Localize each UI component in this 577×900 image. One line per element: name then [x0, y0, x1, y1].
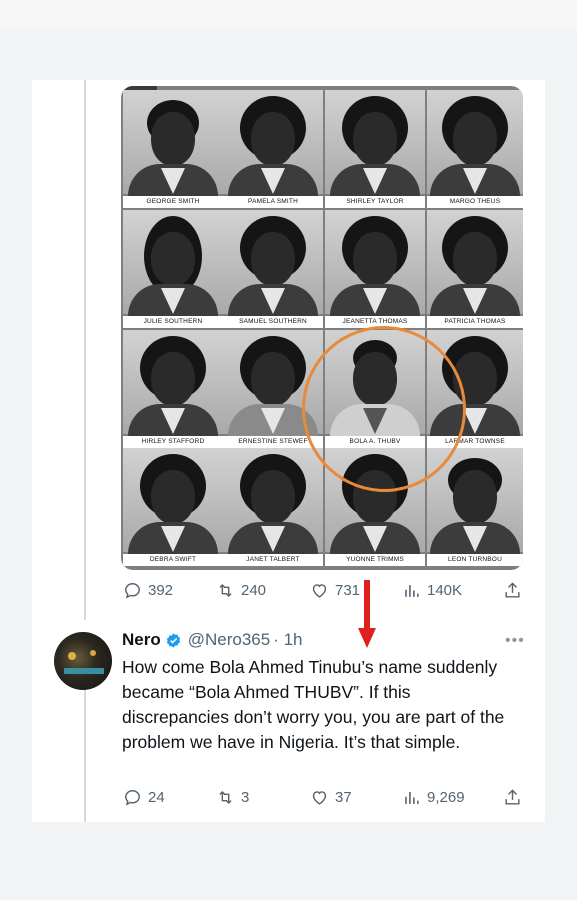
like-button[interactable]: 37 [310, 788, 352, 807]
views-icon [405, 791, 419, 804]
views-button[interactable]: 140K [402, 581, 462, 600]
portrait: SHIRLEY TAYLOR [325, 90, 425, 208]
top-bar [0, 0, 577, 30]
like-count: 731 [335, 582, 361, 599]
portrait: DEBRA SWIFT [123, 448, 223, 566]
reply-header: Nero @Nero365 · 1h [122, 630, 303, 650]
like-icon [312, 584, 327, 598]
share-button[interactable] [503, 788, 522, 807]
red-arrow-annotation [358, 580, 376, 648]
timestamp[interactable]: · 1h [273, 630, 302, 650]
share-icon [505, 789, 520, 805]
repost-button[interactable]: 3 [216, 788, 249, 807]
like-count: 37 [335, 789, 352, 806]
portrait-name: DEBRA SWIFT [123, 554, 223, 566]
share-button[interactable] [503, 581, 522, 600]
portrait: HIRLEY STAFFORD [123, 330, 223, 448]
views-count: 9,269 [427, 789, 465, 806]
share-icon [505, 582, 520, 598]
like-button[interactable]: 731 [310, 581, 360, 600]
portrait: MARGO THEUS [427, 90, 523, 208]
like-icon [312, 791, 327, 805]
portrait: SAMUEL SOUTHERN [223, 210, 323, 328]
repost-count: 240 [241, 582, 267, 599]
reply-button[interactable]: 24 [123, 788, 165, 807]
repost-icon [219, 583, 232, 598]
portrait-name: HIRLEY STAFFORD [123, 436, 223, 448]
portrait-name: LEON TURNBOU [427, 554, 523, 566]
portrait: JEANETTA THOMAS [325, 210, 425, 328]
views-icon [405, 584, 419, 597]
tweet-text: How come Bola Ahmed Tinubu’s name sudden… [122, 657, 505, 752]
portrait: PATRICIA THOMAS [427, 210, 523, 328]
views-count: 140K [427, 582, 463, 599]
repost-button[interactable]: 240 [216, 581, 266, 600]
portrait-name: SHIRLEY TAYLOR [325, 196, 425, 208]
portrait: JULIE SOUTHERN [123, 210, 223, 328]
reply-icon [125, 583, 140, 599]
reply-icon [125, 790, 140, 806]
thread-line [84, 690, 86, 822]
portrait-name: MARGO THEUS [427, 196, 523, 208]
reply-button[interactable]: 392 [123, 581, 173, 600]
portrait: PAMELA SMITH [223, 90, 323, 208]
portrait-name: PATRICIA THOMAS [427, 316, 523, 328]
more-icon[interactable]: ••• [505, 632, 525, 650]
repost-count: 3 [241, 789, 250, 806]
reply-count: 392 [148, 582, 174, 599]
thread-line [84, 80, 86, 620]
portrait-name: YUONNE TRIMMS [325, 554, 425, 566]
avatar[interactable] [54, 632, 112, 690]
display-name[interactable]: Nero [122, 630, 161, 650]
reply-count: 24 [148, 789, 165, 806]
portrait-name: GEORGE SMITH [123, 196, 223, 208]
attached-photo[interactable]: GEORGE SMITH PAMELA SMITH SHIRLEY TAYLOR… [121, 86, 523, 570]
portrait-name: JULIE SOUTHERN [123, 316, 223, 328]
portrait: GEORGE SMITH [123, 90, 223, 208]
repost-icon [219, 790, 232, 805]
user-handle[interactable]: @Nero365 [188, 630, 270, 650]
verified-icon [166, 632, 180, 648]
portrait: JANET TALBERT [223, 448, 323, 566]
portrait-name: PAMELA SMITH [223, 196, 323, 208]
portrait-name: SAMUEL SOUTHERN [223, 316, 323, 328]
views-button[interactable]: 9,269 [402, 788, 465, 807]
portrait-name: JANET TALBERT [223, 554, 323, 566]
